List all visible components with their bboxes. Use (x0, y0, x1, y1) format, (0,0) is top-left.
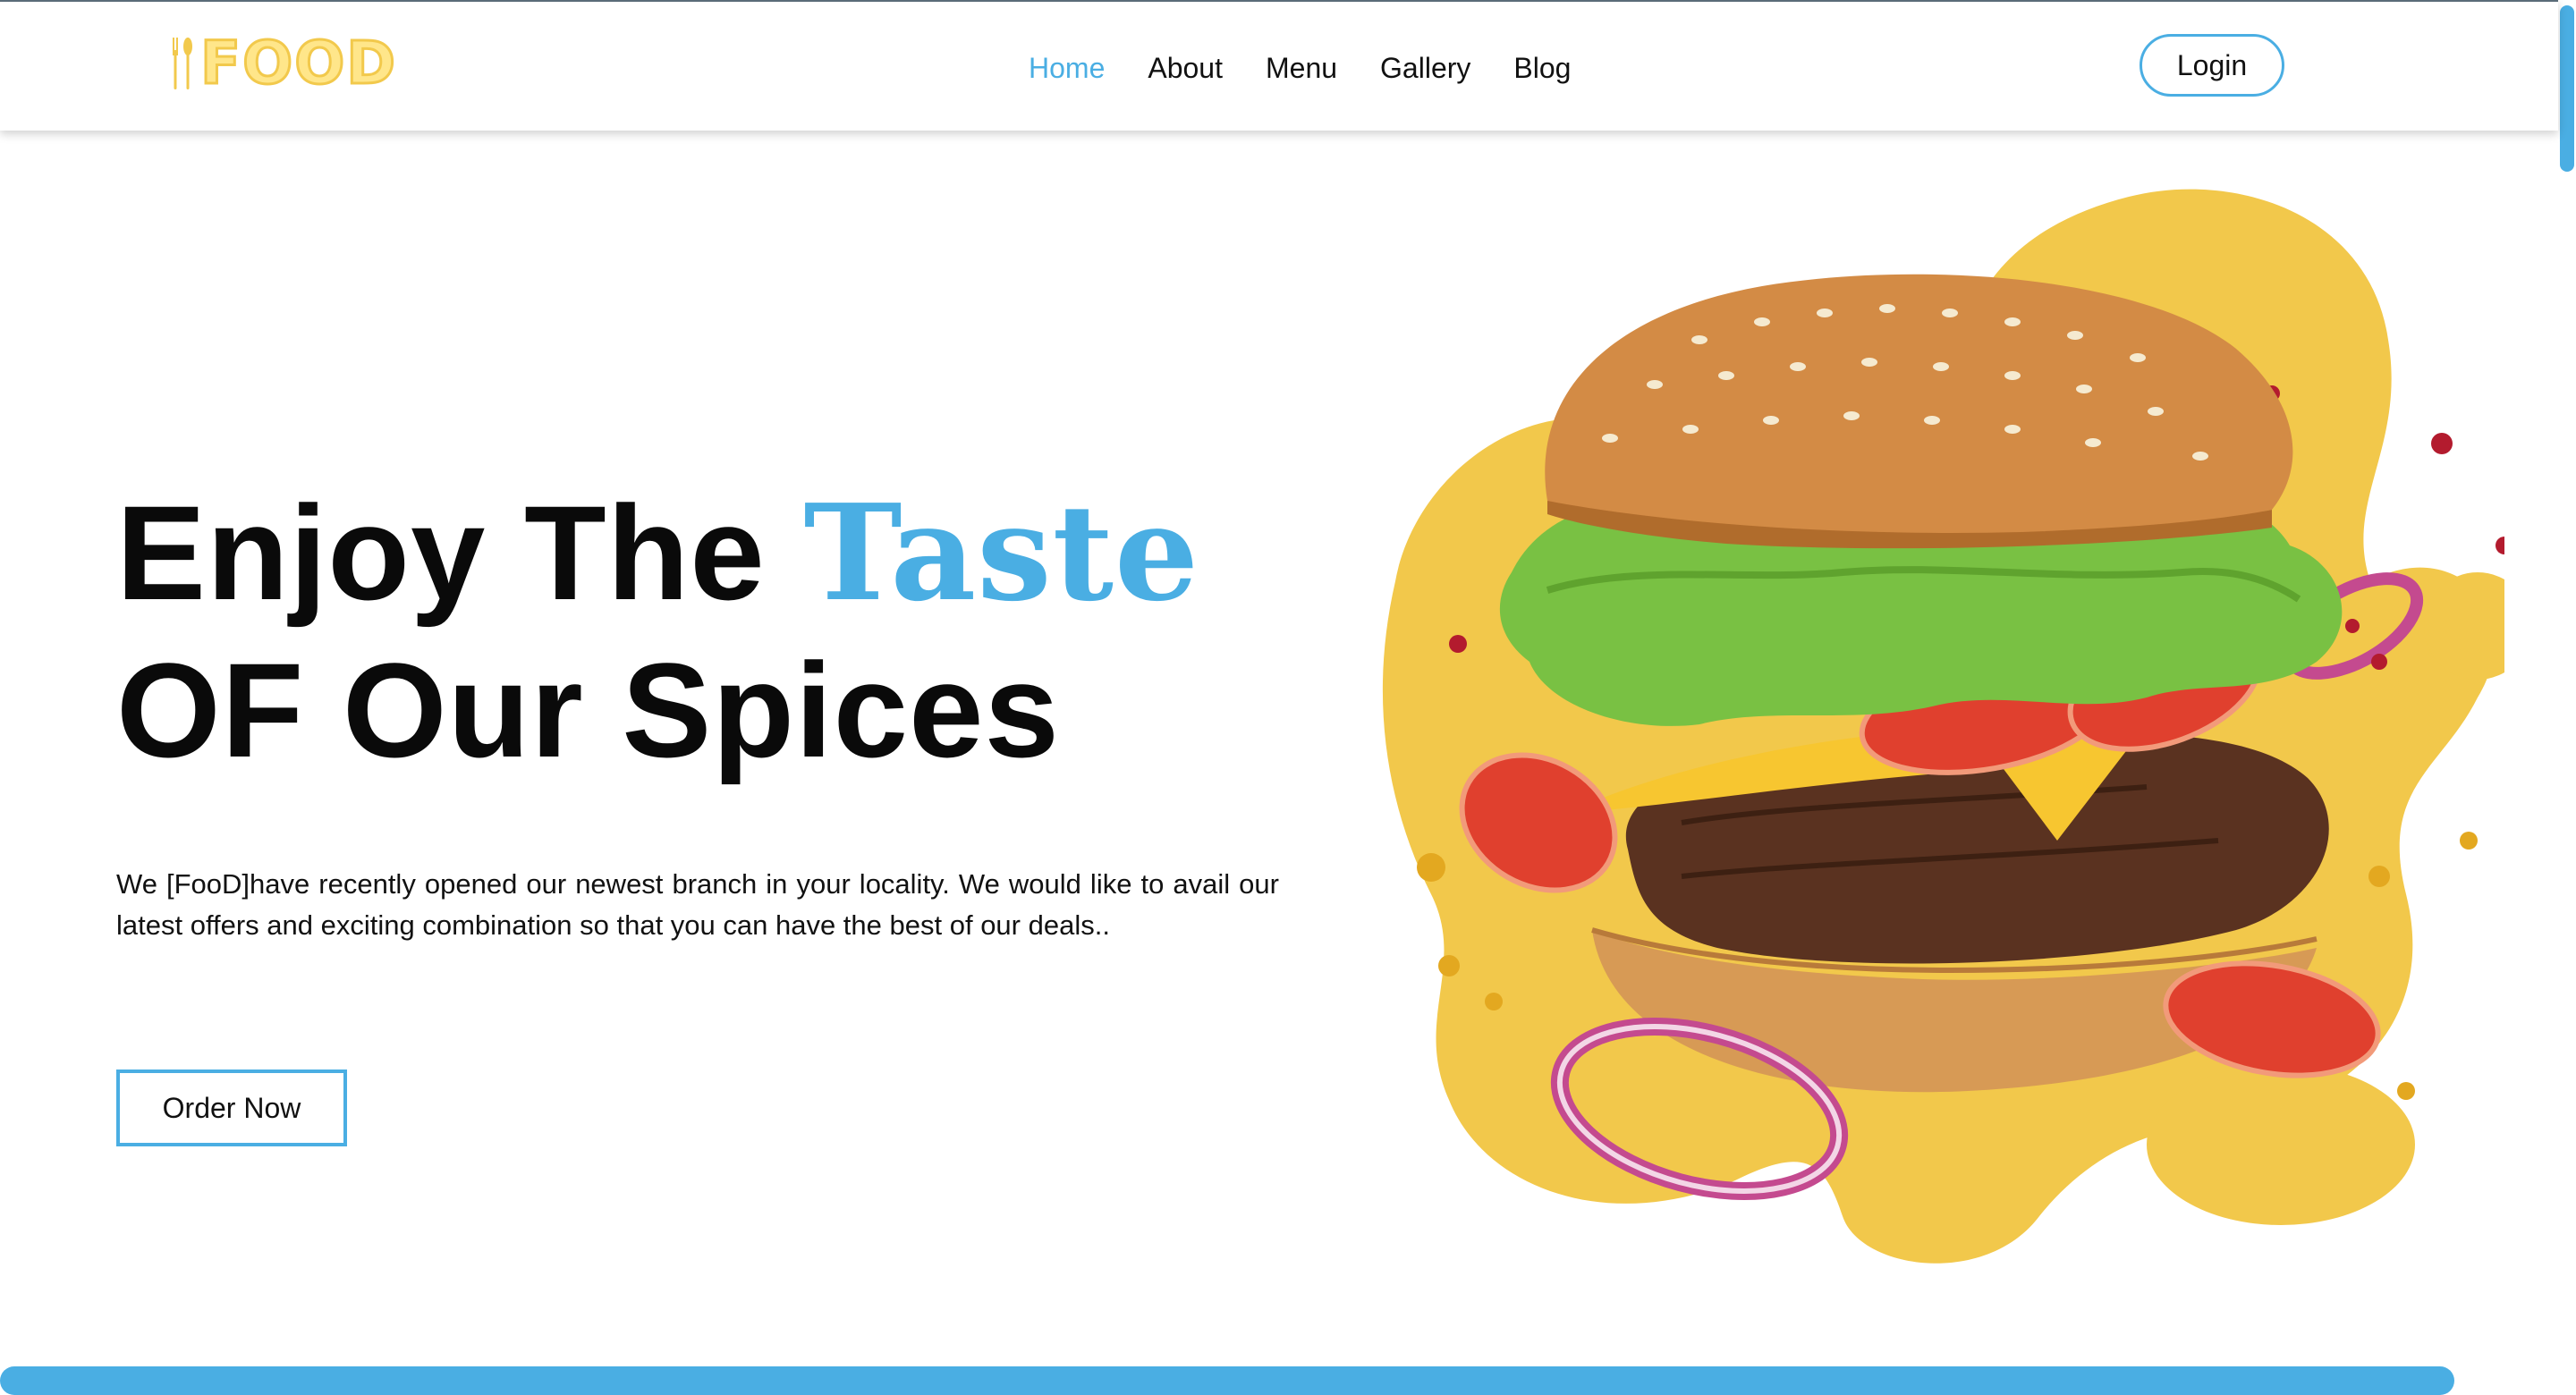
scrollbar-thumb[interactable] (2560, 5, 2574, 172)
hero-description: We [FooD]have recently opened our newest… (116, 868, 1279, 941)
nav-about-link[interactable]: About (1148, 46, 1223, 89)
headline-accent: Taste (803, 475, 1200, 630)
nav-blog-link[interactable]: Blog (1513, 46, 1571, 89)
section-divider-bar (0, 1366, 2454, 1395)
order-now-button[interactable]: Order Now (116, 1070, 347, 1146)
hero-headline: Enjoy The Taste OF Our Spices (116, 474, 1199, 789)
scrollbar-track[interactable] (2558, 0, 2576, 1395)
logo[interactable]: FOOD (170, 29, 398, 97)
logo-text: FOOD (199, 29, 398, 97)
headline-part1: Enjoy The (116, 478, 766, 628)
headline-part2: OF Our Spices (116, 635, 1060, 785)
nav-gallery-link[interactable]: Gallery (1380, 46, 1470, 89)
nav-home-link[interactable]: Home (1029, 46, 1105, 89)
nav-menu-link[interactable]: Menu (1266, 46, 1337, 89)
burger-illustration (1382, 189, 2504, 1264)
page: FOOD Home About Menu Gallery Blog Login … (0, 0, 2576, 1395)
fork-spoon-icon (173, 38, 192, 89)
site-header: FOOD Home About Menu Gallery Blog Login (0, 0, 2558, 131)
main-nav: Home About Menu Gallery Blog (1029, 46, 1614, 89)
login-button[interactable]: Login (2140, 34, 2284, 97)
